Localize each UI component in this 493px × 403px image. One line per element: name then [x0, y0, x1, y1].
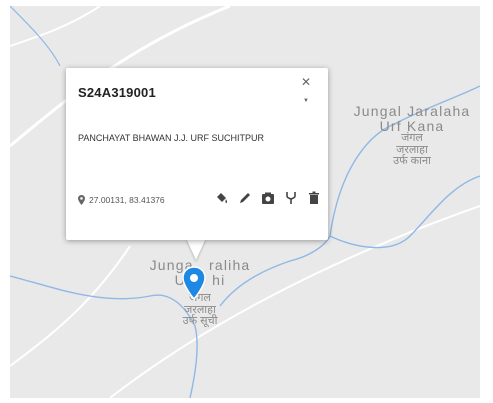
place-name-hi-3: उर्फ सूची: [182, 315, 218, 328]
place-label-jungal-jaralaha-kana: Jungal Jaralaha Urf Kana जंगल जरलाहा उर्…: [337, 104, 487, 168]
fork-icon: [285, 191, 296, 204]
delete-button[interactable]: [306, 190, 321, 205]
popup-close-button[interactable]: ✕ ▼: [300, 76, 314, 106]
paint-bucket-button[interactable]: [214, 190, 229, 205]
edit-button[interactable]: [237, 190, 252, 205]
fork-button[interactable]: [283, 190, 298, 205]
popup-address: PANCHAYAT BHAWAN J.J. URF SUCHITPUR: [78, 133, 265, 143]
popup-pointer: [186, 238, 206, 260]
popup-coordinates: 27.00131, 83.41376: [78, 195, 165, 205]
location-pin-icon: [78, 195, 85, 205]
pencil-icon: [239, 192, 250, 203]
close-icon[interactable]: ✕: [301, 76, 311, 88]
popup-actions: [214, 190, 321, 205]
paint-bucket-icon: [216, 192, 227, 203]
trash-icon: [308, 191, 319, 204]
place-name-en: Jungal Jaralaha: [353, 103, 471, 119]
chevron-down-icon[interactable]: ▼: [303, 98, 309, 104]
photo-button[interactable]: [260, 190, 275, 205]
popup-title: S24A319001: [78, 85, 156, 100]
place-name-hi-3: उर्फ काना: [393, 155, 431, 168]
camera-icon: [261, 192, 274, 204]
coordinates-text: 27.00131, 83.41376: [89, 195, 165, 205]
info-popup: S24A319001 ✕ ▼ PANCHAYAT BHAWAN J.J. URF…: [66, 68, 328, 240]
map-marker-pin-icon[interactable]: [182, 266, 206, 300]
